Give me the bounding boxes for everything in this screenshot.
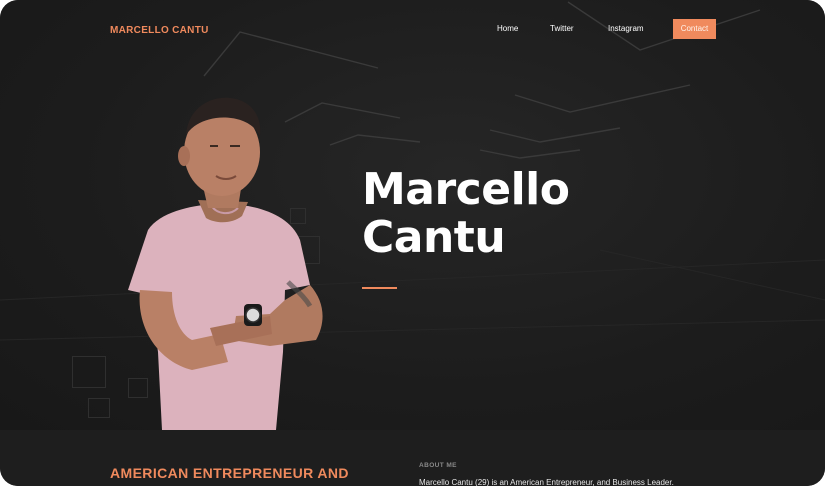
about-tagline: AMERICAN ENTREPRENEUR AND xyxy=(110,465,349,481)
brand-logo[interactable]: MARCELLO CANTU xyxy=(110,25,209,36)
nav-home-link[interactable]: Home xyxy=(497,19,518,39)
contact-button[interactable]: Contact xyxy=(673,19,716,39)
hero-title: Marcello Cantu xyxy=(362,166,570,262)
nav-instagram-link[interactable]: Instagram xyxy=(608,19,644,39)
portrait-photo xyxy=(128,97,323,430)
nav-twitter-link[interactable]: Twitter xyxy=(550,19,574,39)
accent-divider xyxy=(362,287,397,289)
website-frame: MARCELLO CANTU Home Twitter Instagram Co… xyxy=(0,0,825,486)
decorative-square xyxy=(88,398,110,418)
hero-section: MARCELLO CANTU Home Twitter Instagram Co… xyxy=(0,0,825,430)
hero-title-first-name: Marcello xyxy=(362,164,570,215)
about-text: Marcello Cantu (29) is an American Entre… xyxy=(419,478,674,486)
about-label: ABOUT ME xyxy=(419,462,457,469)
decorative-square xyxy=(72,356,106,388)
hero-title-last-name: Cantu xyxy=(362,212,506,263)
about-section: AMERICAN ENTREPRENEUR AND ABOUT ME Marce… xyxy=(0,430,825,486)
